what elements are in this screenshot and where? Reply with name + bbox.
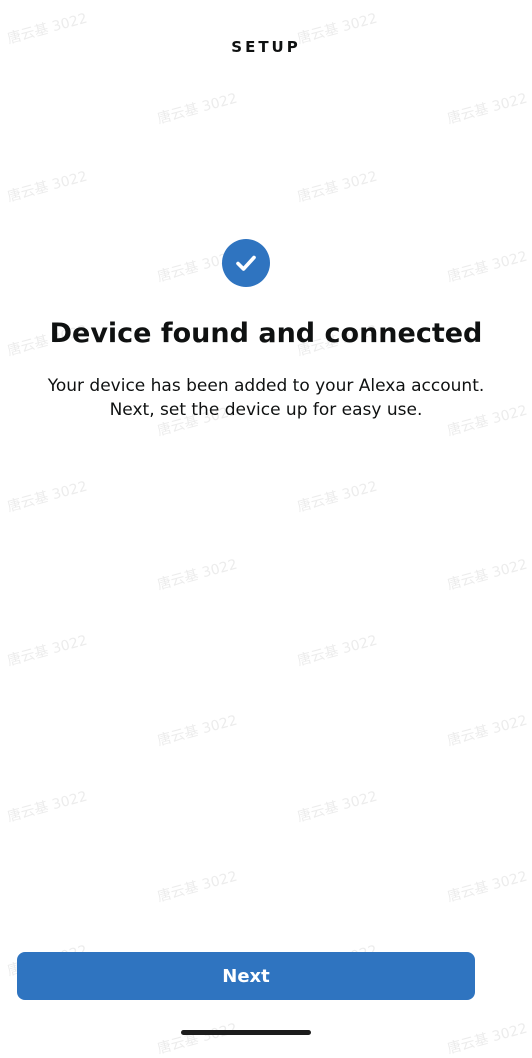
watermark: 唐云基 3022: [445, 712, 530, 750]
home-indicator[interactable]: [181, 1030, 311, 1035]
page-title: Device found and connected: [49, 318, 483, 349]
watermark: 唐云基 3022: [445, 556, 530, 594]
watermark: 唐云基 3022: [445, 90, 530, 128]
watermark: 唐云基 3022: [295, 478, 380, 516]
watermark: 唐云基 3022: [295, 168, 380, 206]
watermark: 唐云基 3022: [445, 248, 530, 286]
status-message: Your device has been added to your Alexa…: [47, 376, 485, 420]
next-button[interactable]: Next: [17, 952, 475, 1000]
watermark: 唐云基 3022: [5, 168, 90, 206]
checkmark-icon: [236, 255, 256, 271]
watermark: 唐云基 3022: [295, 632, 380, 670]
watermark: 唐云基 3022: [5, 632, 90, 670]
watermark: 唐云基 3022: [155, 712, 240, 750]
watermark: 唐云基 3022: [445, 1020, 530, 1058]
watermark: 唐云基 3022: [445, 868, 530, 906]
watermark: 唐云基 3022: [155, 90, 240, 128]
setup-header: SETUP: [231, 38, 301, 56]
watermark: 唐云基 3022: [155, 868, 240, 906]
check-circle-icon: [222, 239, 270, 287]
watermark: 唐云基 3022: [155, 556, 240, 594]
watermark: 唐云基 3022: [155, 1020, 240, 1058]
watermark: 唐云基 3022: [5, 788, 90, 826]
watermark: 唐云基 3022: [295, 788, 380, 826]
watermark: 唐云基 3022: [5, 478, 90, 516]
watermark-layer: 唐云基 3022 唐云基 3022 唐云基 3022 唐云基 3022 唐云基 …: [0, 0, 532, 1058]
